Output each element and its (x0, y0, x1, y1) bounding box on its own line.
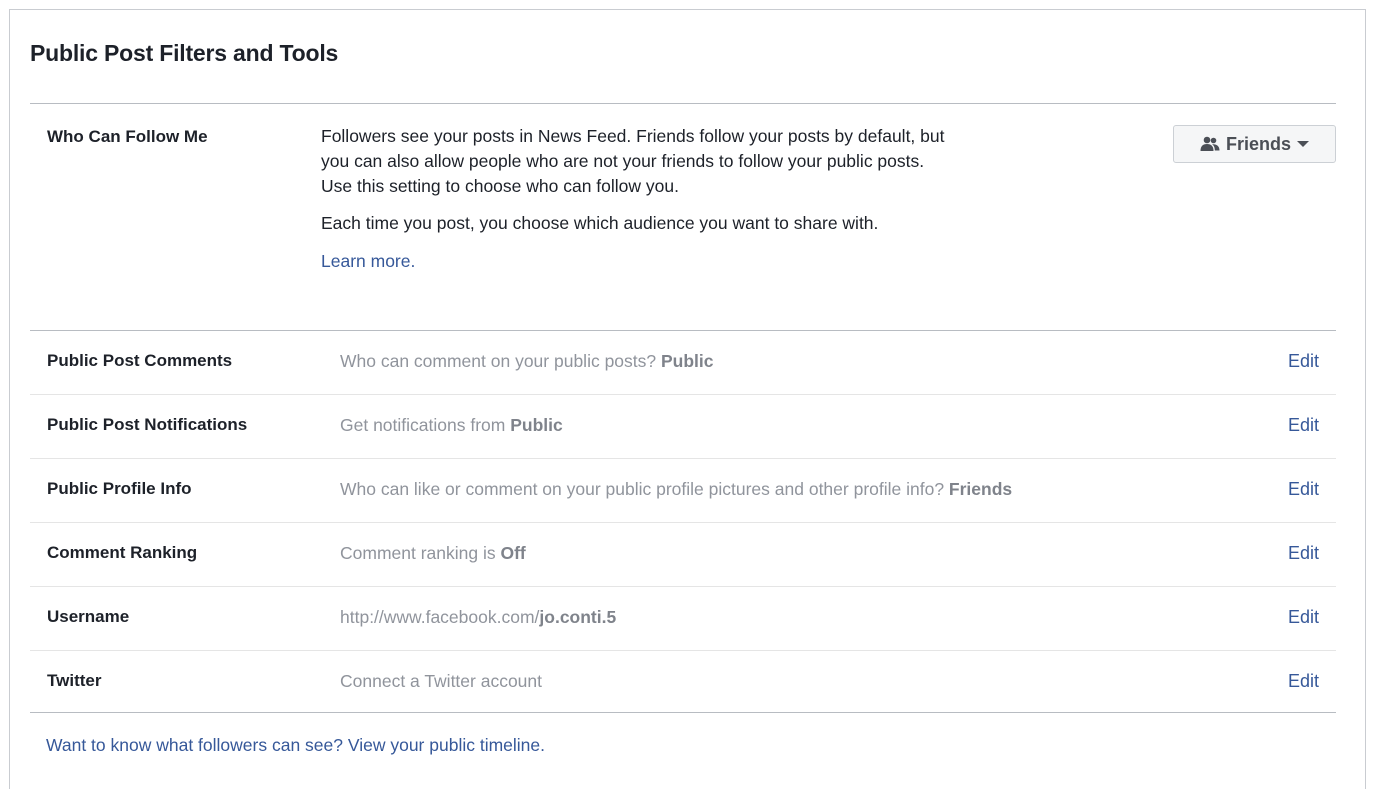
settings-row-public-post-comments: Public Post Comments Who can comment on … (30, 331, 1336, 395)
setting-label: Comment Ranking (47, 543, 198, 562)
setting-value-text: Who can comment on your public posts? (340, 351, 661, 371)
setting-label: Username (47, 607, 130, 626)
edit-link[interactable]: Edit (1288, 671, 1319, 692)
edit-link[interactable]: Edit (1288, 607, 1319, 628)
setting-label: Public Profile Info (47, 479, 192, 498)
setting-value: Connect a Twitter account (340, 671, 542, 692)
who-can-follow-label: Who Can Follow Me (47, 127, 208, 146)
setting-value-text: Get notifications from (340, 415, 511, 435)
setting-value-highlight: Off (500, 543, 526, 563)
setting-value-highlight: Public (510, 415, 563, 435)
setting-value-text: Comment ranking is (340, 543, 501, 563)
settings-row-public-post-notifications: Public Post Notifications Get notificati… (30, 395, 1336, 459)
setting-value-text: http://www.facebook.com/ (340, 607, 540, 627)
follow-description-text: Followers see your posts in News Feed. F… (321, 124, 1101, 199)
setting-value-highlight: Public (661, 351, 714, 371)
view-public-timeline-link[interactable]: Want to know what followers can see? Vie… (46, 735, 545, 756)
setting-value-text: Connect a Twitter account (340, 671, 543, 691)
follow-description-line: Followers see your posts in News Feed. F… (321, 126, 945, 146)
setting-value: Who can comment on your public posts? Pu… (340, 351, 714, 372)
who-can-follow-section: Who Can Follow Me Followers see your pos… (30, 104, 1336, 330)
public-post-panel: Public Post Filters and Tools Who Can Fo… (9, 9, 1366, 789)
settings-row-twitter: Twitter Connect a Twitter account Edit (30, 651, 1336, 714)
who-can-follow-description: Followers see your posts in News Feed. F… (321, 124, 1101, 274)
setting-label: Twitter (47, 671, 102, 690)
page-title: Public Post Filters and Tools (30, 40, 339, 66)
learn-more-link[interactable]: Learn more. (321, 249, 415, 274)
edit-link[interactable]: Edit (1288, 479, 1319, 500)
settings-row-username: Username http://www.facebook.com/jo.cont… (30, 587, 1336, 651)
edit-link[interactable]: Edit (1288, 543, 1319, 564)
setting-value: Get notifications from Public (340, 415, 563, 436)
settings-list: Public Post Comments Who can comment on … (30, 331, 1336, 714)
setting-label: Public Post Notifications (47, 415, 248, 434)
edit-link[interactable]: Edit (1288, 351, 1319, 372)
edit-link[interactable]: Edit (1288, 415, 1319, 436)
setting-value: http://www.facebook.com/jo.conti.5 (340, 607, 616, 628)
audience-selector-button[interactable]: Friends (1173, 125, 1336, 163)
follow-description-line: you can also allow people who are not yo… (321, 151, 925, 171)
follow-description-line: Use this setting to choose who can follo… (321, 176, 679, 196)
setting-value: Who can like or comment on your public p… (340, 479, 1012, 500)
audience-note: Each time you post, you choose which aud… (321, 213, 879, 233)
friends-icon (1200, 136, 1220, 152)
setting-label: Public Post Comments (47, 351, 233, 370)
settings-row-comment-ranking: Comment Ranking Comment ranking is Off E… (30, 523, 1336, 587)
caret-down-icon (1297, 140, 1309, 148)
setting-value-highlight: jo.conti.5 (539, 607, 617, 627)
audience-label: Friends (1225, 133, 1291, 154)
setting-value-text: Who can like or comment on your public p… (340, 479, 949, 499)
setting-value-highlight: Friends (948, 479, 1013, 499)
settings-row-public-profile-info: Public Profile Info Who can like or comm… (30, 459, 1336, 523)
setting-value: Comment ranking is Off (340, 543, 526, 564)
divider (30, 712, 1336, 713)
